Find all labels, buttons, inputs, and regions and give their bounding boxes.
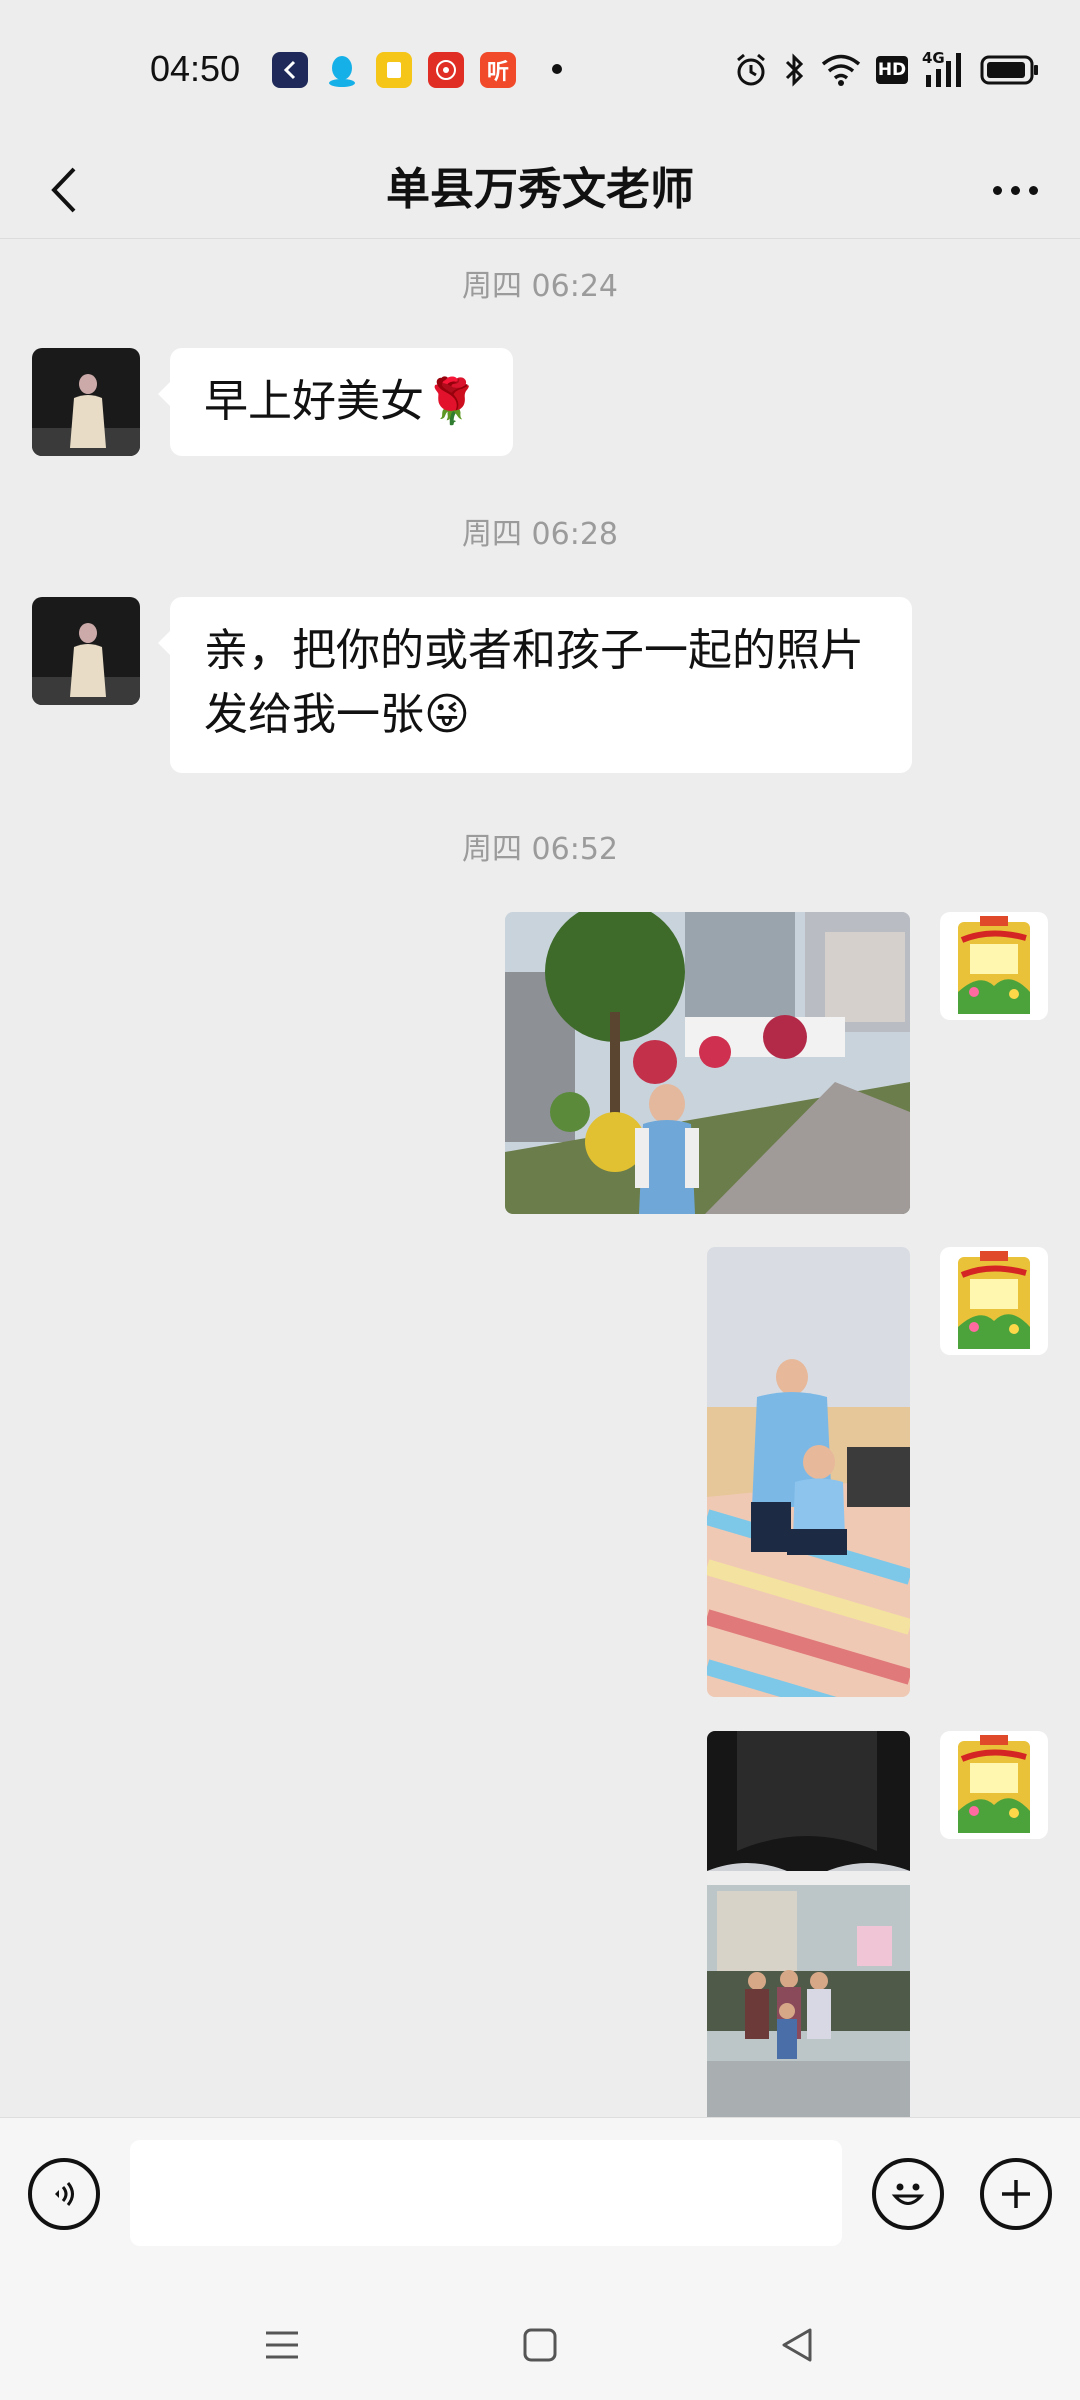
more-functions-button[interactable] [980, 2158, 1052, 2230]
plus-icon [1002, 2180, 1030, 2208]
more-dot [1010, 185, 1020, 195]
battery-icon [980, 55, 1038, 85]
input-bar [0, 2117, 1080, 2278]
chat-title: 单县万秀文老师 [386, 164, 694, 215]
chat-header: 单县万秀文老师 [0, 142, 1080, 239]
notes-app-icon [376, 52, 412, 88]
4g-signal-icon: 4G [922, 49, 966, 89]
back-app-icon [272, 52, 308, 88]
message-input[interactable] [130, 2140, 842, 2246]
more-notifications-dot [552, 64, 562, 74]
more-dot [992, 185, 1002, 195]
home-nav-button[interactable] [510, 2317, 570, 2373]
message-bubble[interactable]: 亲，把你的或者和孩子一起的照片发给我一张😜 [158, 597, 912, 773]
qq-icon [324, 52, 360, 88]
voice-button[interactable] [28, 2158, 100, 2230]
hd-label: HD [877, 60, 907, 80]
pinduoduo-icon [428, 52, 464, 88]
back-triangle-icon [782, 2328, 812, 2362]
voice-icon [55, 2182, 74, 2206]
my-avatar[interactable] [940, 1247, 1048, 1355]
wifi-icon [821, 54, 861, 86]
my-avatar[interactable] [940, 1731, 1048, 1839]
timestamp: 周四 06:28 [462, 517, 618, 552]
alarm-icon [737, 53, 765, 86]
menu-icon [266, 2331, 298, 2359]
sent-image[interactable] [505, 912, 910, 1214]
timestamp: 周四 06:52 [462, 832, 618, 867]
photo-boy-garden [505, 912, 910, 1214]
photo-printed-group [707, 1731, 910, 2117]
emoji-button[interactable] [872, 2158, 944, 2230]
hd-icon: HD [876, 56, 908, 84]
contact-avatar[interactable] [32, 597, 140, 705]
message-list[interactable]: 周四 06:24 早上好美女🌹 周四 06:28 亲，把你的或者和孩子一起的照片… [0, 239, 1080, 2117]
home-square-icon [523, 2328, 557, 2362]
status-bar: 04:50 听 HD 4G [0, 0, 1080, 142]
photo-mother-child-bed [707, 1247, 910, 1697]
system-navigation-bar [0, 2277, 1080, 2400]
smiley-icon [891, 2183, 925, 2205]
listen-app-label: 听 [486, 60, 509, 85]
timestamp: 周四 06:24 [462, 269, 618, 304]
back-nav-button[interactable] [768, 2317, 828, 2373]
system-icons: HD 4G [734, 49, 1040, 90]
contact-avatar[interactable] [32, 348, 140, 456]
bluetooth-icon [785, 53, 804, 87]
sent-image[interactable] [707, 1247, 910, 1697]
status-time: 04:50 [150, 48, 241, 89]
more-options-button[interactable] [980, 162, 1050, 218]
listen-app-icon: 听 [480, 52, 516, 88]
message-bubble[interactable]: 早上好美女🌹 [158, 348, 513, 456]
menu-nav-button[interactable] [252, 2317, 312, 2373]
my-avatar[interactable] [940, 912, 1048, 1020]
more-dot [1028, 185, 1038, 195]
sent-image[interactable] [707, 1731, 910, 2117]
